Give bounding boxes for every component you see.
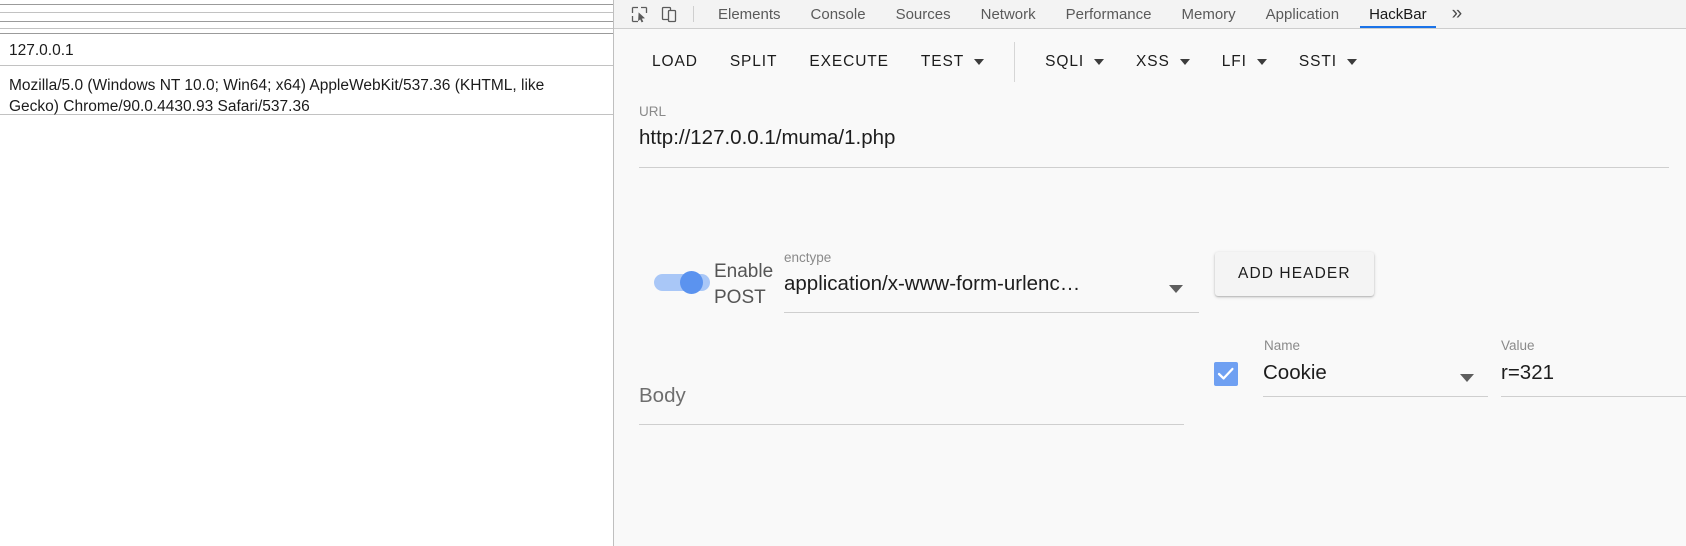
split-button-label: SPLIT [729,53,778,70]
enable-post-toggle[interactable] [654,271,712,294]
add-header-label: ADD HEADER [1238,265,1351,282]
chevron-down-icon [1094,59,1105,65]
enctype-select[interactable]: enctype application/x-www-form-urlenc… [784,245,1199,323]
toggle-thumb [680,271,703,294]
header-name-underline [1263,396,1488,397]
body-underline [639,424,1184,425]
tab-console[interactable]: Console [796,0,881,28]
page-rule-5 [0,33,613,34]
header-value-column-label: Value [1501,338,1535,353]
body-placeholder: Body [639,384,686,407]
tabstrip-divider [693,6,694,22]
load-button-label: LOAD [652,53,698,70]
enctype-underline [784,312,1199,313]
test-menu-label: TEST [920,53,965,70]
tab-sources[interactable]: Sources [881,0,966,28]
enable-post-label: Enable POST [714,261,774,308]
tab-sources-label: Sources [895,5,951,23]
tab-elements[interactable]: Elements [703,0,796,28]
url-input[interactable]: http://127.0.0.1/muma/1.php [639,126,895,150]
web-page-panel: 127.0.0.1 Mozilla/5.0 (Windows NT 10.0; … [0,0,613,546]
chevron-down-icon[interactable] [1460,374,1474,382]
body-field[interactable]: Body [639,370,1184,425]
xss-menu-button[interactable]: XSS [1120,43,1206,81]
test-menu-button[interactable]: TEST [905,43,1000,81]
page-rule-1 [0,4,613,5]
tab-elements-label: Elements [718,5,781,23]
enctype-value: application/x-www-form-urlenc… [784,272,1081,295]
page-rule-4 [0,28,613,29]
execute-button-label: EXECUTE [809,53,889,70]
load-button[interactable]: LOAD [636,43,714,81]
xss-menu-label: XSS [1136,53,1170,70]
header-row-checkbox[interactable] [1214,362,1238,386]
page-rule-3 [0,21,613,22]
chevron-down-icon[interactable] [1169,285,1183,293]
device-toolbar-icon[interactable] [654,0,684,28]
tab-performance[interactable]: Performance [1051,0,1167,28]
header-value-input[interactable]: r=321 [1501,361,1554,385]
devtools-panel: Elements Console Sources Network Perform… [613,0,1686,546]
post-settings-row: Enable POST enctype application/x-www-fo… [639,245,1199,323]
tab-performance-label: Performance [1065,5,1152,23]
chevron-down-icon [1179,59,1190,65]
header-name-column-label: Name [1264,338,1301,353]
inspect-element-icon[interactable] [624,0,654,28]
header-name-input[interactable]: Cookie [1263,361,1327,385]
header-value-underline [1501,396,1686,397]
headers-section: ADD HEADER Name Value Cookie r=321 [1211,0,1686,546]
tab-console-label: Console [810,5,866,23]
toolbar-group-divider [1014,42,1016,82]
enctype-label: enctype [784,250,832,265]
screenshot-root: 127.0.0.1 Mozilla/5.0 (Windows NT 10.0; … [0,0,1686,546]
tab-network[interactable]: Network [966,0,1051,28]
add-header-button[interactable]: ADD HEADER [1215,252,1374,296]
execute-button[interactable]: EXECUTE [793,43,905,81]
page-host-text: 127.0.0.1 [9,42,74,59]
sqli-menu-button[interactable]: SQLI [1029,43,1120,81]
sqli-menu-label: SQLI [1045,53,1085,70]
tab-network-label: Network [980,5,1036,23]
chevron-down-icon [974,59,985,65]
url-label: URL [639,104,667,119]
split-button[interactable]: SPLIT [714,43,794,81]
page-rule-6 [0,65,613,66]
page-user-agent-text: Mozilla/5.0 (Windows NT 10.0; Win64; x64… [9,77,545,115]
page-rule-2 [0,12,613,13]
